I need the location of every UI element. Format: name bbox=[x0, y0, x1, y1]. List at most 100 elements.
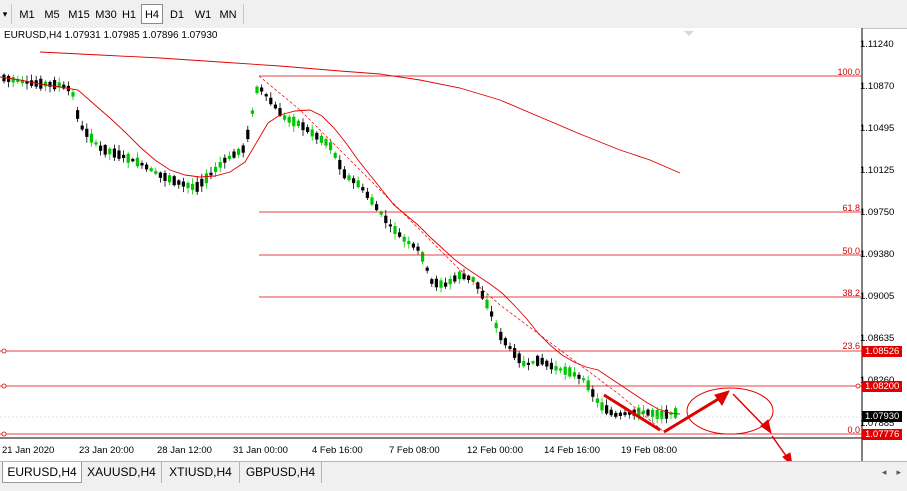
tab-eurusd-h4[interactable]: EURUSD,H4 bbox=[2, 462, 82, 483]
candle-body bbox=[191, 183, 195, 190]
timeframe-m15-button[interactable]: M15 bbox=[66, 4, 92, 24]
candle-body bbox=[301, 122, 305, 131]
candle-body bbox=[145, 164, 149, 170]
timeframe-h4-button[interactable]: H4 bbox=[141, 4, 163, 24]
time-axis-label: 12 Feb 00:00 bbox=[467, 445, 523, 456]
candle-body bbox=[89, 133, 93, 143]
candle-body bbox=[568, 367, 572, 377]
candle-body bbox=[448, 278, 452, 285]
candle-body bbox=[517, 353, 521, 364]
time-axis-label: 23 Jan 20:00 bbox=[79, 445, 134, 456]
timeframe-d1-button[interactable]: D1 bbox=[166, 4, 188, 24]
candle-body bbox=[71, 92, 75, 97]
candle-body bbox=[361, 187, 365, 191]
candle-body bbox=[605, 405, 609, 414]
price-label-level3: 1.07776 bbox=[862, 429, 902, 440]
candle-body bbox=[223, 157, 227, 163]
chart-tab-bar: EURUSD,H4 XAUUSD,H4 XTIUSD,H4 GBPUSD,H4 … bbox=[0, 461, 907, 484]
candle bbox=[536, 354, 540, 367]
toolbar-separator bbox=[243, 4, 244, 24]
chart-area[interactable] bbox=[0, 28, 907, 461]
candle-body bbox=[154, 171, 158, 174]
candle-body bbox=[490, 311, 494, 317]
candle-body bbox=[453, 275, 457, 282]
candle-body bbox=[393, 225, 397, 235]
candle-body bbox=[572, 372, 576, 377]
candle-body bbox=[591, 389, 595, 397]
chart-symbol-header: EURUSD,H4 1.07931 1.07985 1.07896 1.0793… bbox=[4, 30, 218, 41]
candle-body bbox=[329, 142, 333, 151]
arrow-right-icon[interactable]: ▸ bbox=[896, 467, 901, 477]
candle-body bbox=[112, 148, 116, 158]
time-axis-label: 28 Jan 12:00 bbox=[157, 445, 212, 456]
tab-gbpusd-h4[interactable]: GBPUSD,H4 bbox=[240, 462, 322, 483]
candle-body bbox=[338, 159, 342, 170]
candle-body bbox=[485, 299, 489, 309]
candle-body bbox=[609, 409, 613, 416]
timeframe-m5-button[interactable]: M5 bbox=[41, 4, 63, 24]
fib-level-618-label: 61.8 bbox=[842, 203, 860, 213]
tab-xtiusd-h4[interactable]: XTIUSD,H4 bbox=[162, 462, 240, 483]
candle-body bbox=[600, 402, 604, 411]
candle-body bbox=[200, 178, 204, 187]
candle-body bbox=[531, 361, 535, 364]
candle-body bbox=[586, 380, 590, 391]
candle-body bbox=[559, 368, 563, 371]
candle-body bbox=[545, 360, 549, 367]
timeframe-m30-button[interactable]: M30 bbox=[93, 4, 119, 24]
candle-body bbox=[181, 181, 185, 187]
candle-body bbox=[641, 410, 645, 414]
candle-body bbox=[660, 410, 664, 419]
candle-body bbox=[43, 81, 47, 87]
candle-body bbox=[76, 110, 80, 119]
time-axis-label: 7 Feb 08:00 bbox=[389, 445, 440, 456]
toolbar-dropdown-icon[interactable]: ▾ bbox=[0, 0, 10, 28]
candle-body bbox=[536, 355, 540, 366]
candle-body bbox=[273, 104, 277, 109]
candle-body bbox=[241, 145, 245, 153]
price-axis-label: 1.11240 bbox=[860, 39, 894, 50]
candle-body bbox=[549, 362, 553, 370]
candle-body bbox=[209, 172, 213, 176]
candle-body bbox=[503, 338, 507, 346]
price-axis-label: 1.10125 bbox=[860, 165, 895, 176]
candle-body bbox=[333, 152, 337, 158]
candle-body bbox=[319, 135, 323, 143]
candle-body bbox=[655, 409, 659, 419]
candle-body bbox=[204, 173, 208, 184]
current-price-label: 1.07930 bbox=[862, 411, 902, 422]
toolbar-separator bbox=[11, 4, 12, 24]
candle-body bbox=[214, 166, 218, 172]
arrow-left-icon[interactable]: ◂ bbox=[882, 467, 887, 477]
candle-body bbox=[499, 331, 503, 341]
candle-body bbox=[508, 346, 512, 349]
fib-level-0-label: 0.0 bbox=[847, 425, 860, 435]
candle-body bbox=[108, 148, 112, 155]
candle-body bbox=[513, 348, 517, 358]
timeframe-w1-button[interactable]: W1 bbox=[192, 4, 214, 24]
timeframe-h1-button[interactable]: H1 bbox=[119, 4, 139, 24]
candle-body bbox=[287, 116, 291, 123]
candle-body bbox=[227, 155, 231, 159]
candle-body bbox=[476, 282, 480, 289]
candle-body bbox=[117, 150, 121, 159]
fib-level-236-label: 23.6 bbox=[842, 341, 860, 351]
timeframe-m1-button[interactable]: M1 bbox=[16, 4, 38, 24]
candle-body bbox=[158, 172, 162, 178]
tab-xauusd-h4[interactable]: XAUUSD,H4 bbox=[82, 462, 162, 483]
candle-body bbox=[315, 132, 319, 140]
price-chart[interactable] bbox=[0, 28, 907, 461]
candle-body bbox=[11, 77, 15, 83]
candle-body bbox=[577, 374, 581, 379]
candle-body bbox=[260, 87, 264, 92]
candle-body bbox=[94, 142, 98, 145]
candle-body bbox=[370, 197, 374, 205]
price-axis-label: 1.10495 bbox=[860, 123, 895, 134]
candle-body bbox=[365, 191, 369, 198]
fib-level-50-label: 50.0 bbox=[842, 246, 860, 256]
candle-body bbox=[563, 366, 567, 375]
candle-body bbox=[416, 246, 420, 251]
timeframe-mn-button[interactable]: MN bbox=[216, 4, 240, 24]
candle-body bbox=[375, 204, 379, 211]
time-axis-label: 21 Jan 2020 bbox=[2, 445, 55, 456]
